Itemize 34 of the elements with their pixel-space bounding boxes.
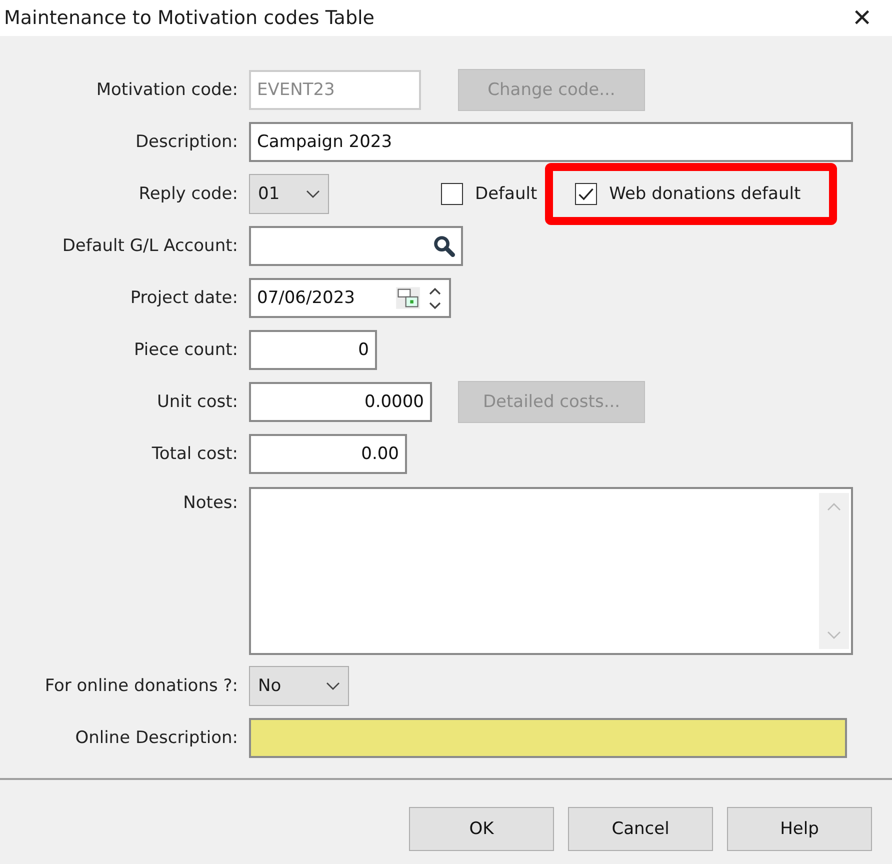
field-label: Default G/L Account: bbox=[61, 236, 238, 256]
field-label: Motivation code: bbox=[95, 80, 238, 100]
unit-cost-field[interactable]: 0.0000 bbox=[249, 382, 432, 422]
dialog-button[interactable]: Help bbox=[727, 807, 872, 851]
project-date-field[interactable]: 07/06/2023 bbox=[249, 278, 451, 318]
search-icon[interactable] bbox=[433, 235, 455, 257]
checkbox-label: Default bbox=[475, 184, 538, 204]
piece-count-field[interactable]: 0 bbox=[249, 330, 377, 370]
dialog-button[interactable]: Cancel bbox=[568, 807, 713, 851]
field-label: Unit cost: bbox=[156, 392, 238, 412]
window-title: Maintenance to Motivation codes Table bbox=[4, 7, 374, 29]
field-label: Total cost: bbox=[150, 444, 238, 464]
description-field[interactable]: Campaign 2023 bbox=[249, 122, 853, 162]
field-label: Reply code: bbox=[138, 184, 238, 204]
chevron-down-icon bbox=[326, 682, 340, 690]
close-button[interactable]: ✕ bbox=[832, 0, 892, 36]
total-cost-field[interactable]: 0.00 bbox=[249, 434, 407, 474]
online-donations-dropdown[interactable]: No bbox=[249, 666, 349, 706]
chevron-down-icon bbox=[306, 190, 320, 198]
field-label: Description: bbox=[134, 132, 238, 152]
field-label: Piece count: bbox=[133, 340, 238, 360]
online-description-field[interactable] bbox=[249, 718, 847, 758]
field-label: Notes: bbox=[182, 492, 238, 513]
reply-code-dropdown[interactable]: 01 bbox=[249, 174, 329, 214]
checkbox[interactable] bbox=[575, 183, 598, 205]
calendar-icon[interactable] bbox=[395, 286, 421, 310]
gl-account-field[interactable] bbox=[249, 226, 463, 266]
notes-field[interactable] bbox=[249, 487, 853, 655]
checkbox[interactable] bbox=[441, 183, 463, 205]
dialog-button[interactable]: OK bbox=[409, 807, 554, 851]
field-label: Project date: bbox=[129, 288, 238, 308]
field-label: Online Description: bbox=[74, 728, 238, 748]
checkbox-label: Web donations default bbox=[609, 184, 801, 204]
field-label: For online donations ?: bbox=[44, 676, 238, 696]
